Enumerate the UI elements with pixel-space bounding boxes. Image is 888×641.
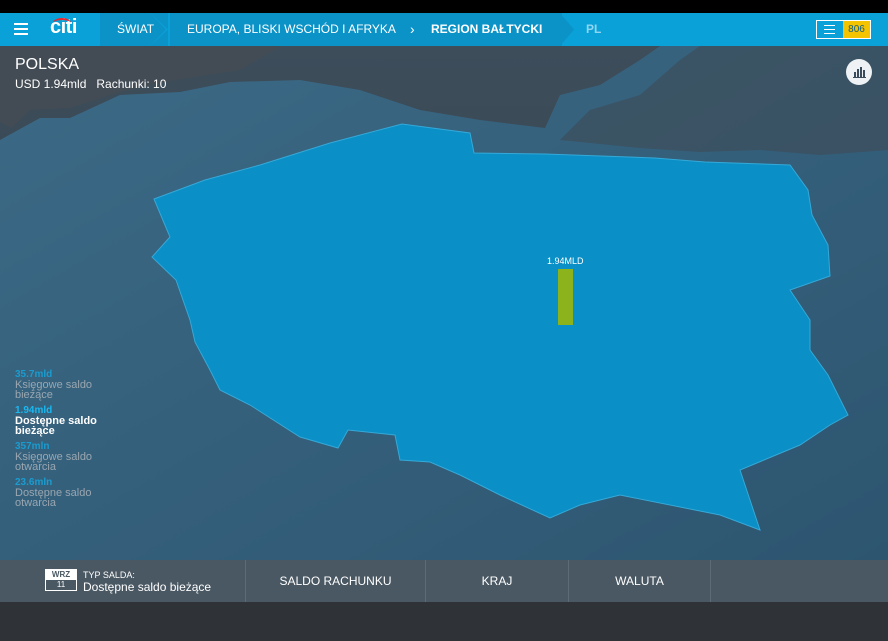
breadcrumb-baltic-region[interactable]: REGION BAŁTYCKI bbox=[431, 13, 542, 46]
legend-item-ledger-current[interactable]: 35.7mld Księgowe saldo bieżące bbox=[15, 369, 135, 401]
legend-label: Księgowe saldo otwarcia bbox=[15, 451, 93, 473]
chart-view-button[interactable] bbox=[846, 59, 872, 85]
balance-type-selector: TYP SALDA: Dostępne saldo bieżące bbox=[83, 570, 211, 594]
breadcrumb-world[interactable]: ŚWIAT bbox=[117, 13, 154, 46]
notification-count-badge: 806 bbox=[843, 21, 870, 38]
notifications-button[interactable]: 806 bbox=[816, 20, 871, 39]
logo-arc-icon bbox=[53, 18, 71, 28]
hamburger-menu-icon[interactable] bbox=[14, 23, 28, 35]
legend-item-available-current[interactable]: 1.94mld Dostępne saldo bieżące bbox=[15, 405, 135, 437]
breadcrumb-separator-icon: › bbox=[410, 21, 415, 37]
country-summary: USD 1.94mld Rachunki: 10 bbox=[15, 77, 167, 91]
legend-item-ledger-opening[interactable]: 357mln Księgowe saldo otwarcia bbox=[15, 441, 135, 473]
tab-balance-type[interactable]: WRZ 11 TYP SALDA: Dostępne saldo bieżące bbox=[0, 560, 246, 602]
top-black-strip bbox=[0, 0, 888, 13]
tab-currency[interactable]: WALUTA bbox=[569, 560, 711, 602]
balance-type-caption: TYP SALDA: bbox=[83, 570, 135, 580]
legend-item-available-opening[interactable]: 23.6mln Dostępne saldo otwarcia bbox=[15, 477, 135, 509]
breadcrumb-emea[interactable]: EUROPA, BLISKI WSCHÓD I AFRYKA bbox=[187, 13, 396, 46]
page-title: POLSKA bbox=[15, 56, 80, 73]
legend-label: Dostępne saldo bieżące bbox=[15, 415, 97, 437]
balance-bar[interactable] bbox=[558, 269, 573, 325]
tab-country[interactable]: KRAJ bbox=[426, 560, 569, 602]
header-bar: citi ŚWIAT EUROPA, BLISKI WSCHÓD I AFRYK… bbox=[0, 13, 888, 46]
citi-logo[interactable]: citi bbox=[50, 16, 77, 39]
balance-bar-label: 1.94MLD bbox=[547, 256, 584, 266]
breadcrumb-pl[interactable]: PL bbox=[586, 13, 601, 46]
legend-label: Dostępne saldo otwarcia bbox=[15, 487, 92, 509]
bottom-toolbar: WRZ 11 TYP SALDA: Dostępne saldo bieżące… bbox=[0, 560, 888, 602]
app-window: citi ŚWIAT EUROPA, BLISKI WSCHÓD I AFRYK… bbox=[0, 0, 888, 641]
bar-chart-icon bbox=[853, 67, 866, 78]
list-icon bbox=[817, 21, 843, 38]
date-day: 11 bbox=[56, 580, 66, 589]
balance-legend: 35.7mld Księgowe saldo bieżące 1.94mld D… bbox=[15, 369, 135, 513]
calendar-date-badge: WRZ 11 bbox=[45, 569, 77, 591]
balance-type-value: Dostępne saldo bieżące bbox=[83, 580, 212, 594]
bottom-footer-strip bbox=[0, 602, 888, 641]
tab-account-balance[interactable]: SALDO RACHUNKU bbox=[246, 560, 426, 602]
legend-label: Księgowe saldo bieżące bbox=[15, 379, 93, 401]
date-month: WRZ bbox=[46, 570, 76, 580]
country-header: POLSKA USD 1.94mld Rachunki: 10 bbox=[15, 56, 166, 91]
breadcrumb-arrow-icon bbox=[560, 13, 574, 46]
